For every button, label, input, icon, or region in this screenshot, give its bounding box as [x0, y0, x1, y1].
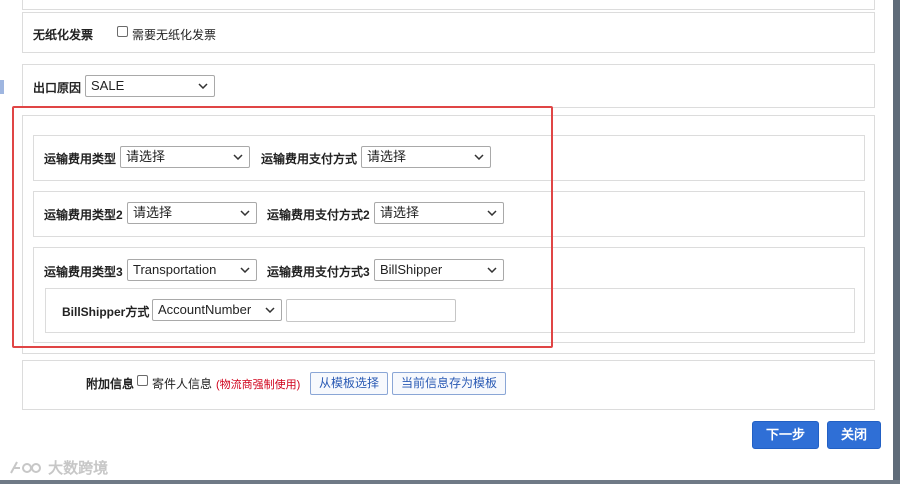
export-reason-select[interactable]: SALE: [85, 75, 215, 97]
watermark: 大数跨境: [8, 457, 108, 480]
export-reason-label: 出口原因: [33, 81, 82, 95]
watermark-text: 大数跨境: [48, 460, 109, 477]
annotation-highlight-box: [12, 106, 553, 348]
sender-info-note: (物流商强制使用): [216, 379, 301, 391]
additional-info-panel: 附加信息 寄件人信息 (物流商强制使用) 从模板选择 当前信息存为模板: [22, 360, 875, 410]
chevron-down-icon: [198, 76, 208, 89]
paperless-invoice-checkbox-label[interactable]: 需要无纸化发票: [132, 26, 216, 43]
close-button[interactable]: 关闭: [827, 421, 881, 449]
dialog-bottom-edge: [0, 480, 900, 484]
save-as-template-button[interactable]: 当前信息存为模板: [392, 372, 506, 395]
paperless-invoice-label: 无纸化发票: [33, 28, 94, 42]
next-step-button[interactable]: 下一步: [752, 421, 819, 449]
additional-info-label: 附加信息: [86, 377, 135, 391]
paperless-invoice-checkbox[interactable]: [117, 26, 128, 37]
watermark-logo-icon: [8, 458, 42, 480]
previous-section-panel: [22, 0, 875, 10]
background-sliver: [0, 80, 4, 94]
paperless-invoice-panel: 无纸化发票 需要无纸化发票: [22, 12, 875, 53]
export-reason-panel: 出口原因 SALE: [22, 64, 875, 108]
sender-info-label[interactable]: 寄件人信息: [152, 375, 212, 392]
from-template-button[interactable]: 从模板选择: [310, 372, 388, 395]
dialog-scroll-edge: [893, 0, 900, 484]
sender-info-checkbox[interactable]: [137, 375, 148, 386]
export-reason-select-value: SALE: [91, 78, 125, 93]
